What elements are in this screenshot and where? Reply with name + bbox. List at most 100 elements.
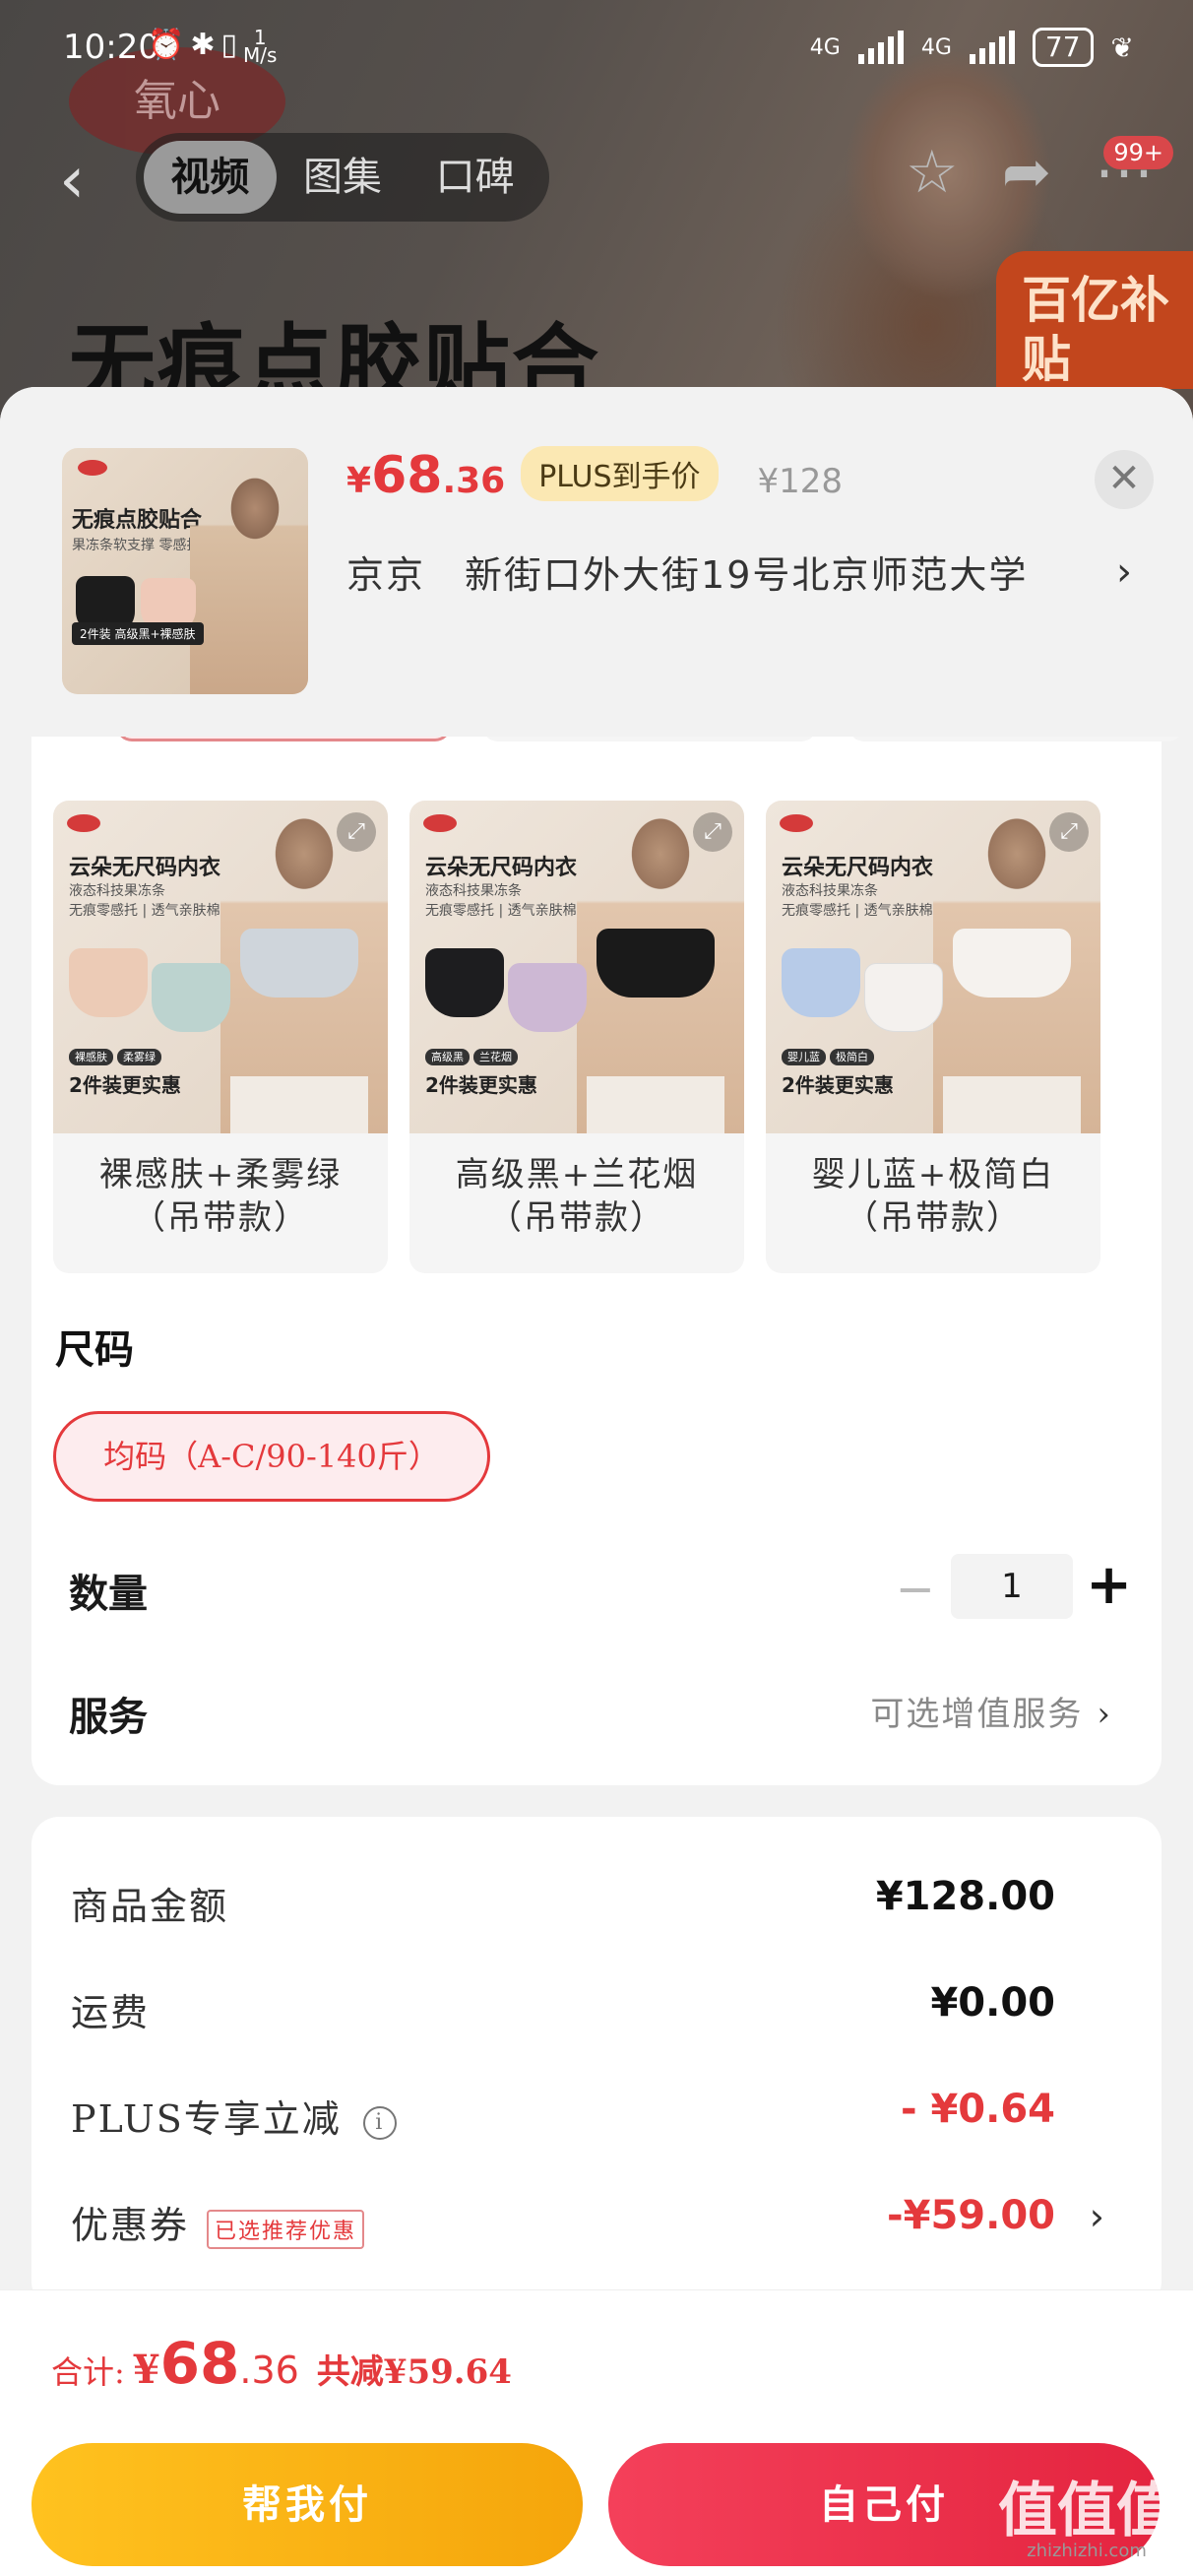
close-button[interactable]: ✕ — [1095, 450, 1154, 509]
image-subtitle: 液态科技果冻条 无痕零感托 | 透气亲肤棉 — [782, 883, 933, 919]
bra-swatch-1 — [425, 948, 504, 1017]
thumb-subtitle: 果冻条软支撑 零感托 — [72, 538, 201, 553]
signal-icon — [857, 31, 904, 64]
model-pants — [587, 1076, 724, 1133]
thumb-footer: 2件装 高级黑+裸感肤 — [72, 622, 204, 645]
thumb-model-image — [190, 468, 308, 694]
order-total: 合计: ¥ 68 .36 共减¥59.64 — [51, 2330, 512, 2397]
sheet-header: 无痕点胶贴合 果冻条软支撑 零感托 2件装 高级黑+裸感肤 ¥68.36 PLU… — [0, 387, 1193, 737]
chevron-right-icon: › — [1089, 2195, 1104, 2238]
media-tabs: 视频 图集 口碑 — [136, 133, 549, 222]
tab-reviews[interactable]: 口碑 — [408, 141, 541, 214]
plus-price-tag: PLUS到手价 — [521, 446, 719, 501]
quantity-label: 数量 — [69, 1572, 148, 1617]
chevron-right-icon: › — [1116, 548, 1134, 595]
image-title: 云朵无尺码内衣 — [69, 856, 221, 880]
product-thumbnail[interactable]: 无痕点胶贴合 果冻条软支撑 零感托 2件装 高级黑+裸感肤 — [62, 448, 308, 694]
model-pants — [230, 1076, 368, 1133]
total-label: 合计: — [51, 2353, 125, 2391]
brand-lips-icon — [67, 814, 100, 832]
size-option-selected[interactable]: 均码（A-C/90-140斤） — [53, 1411, 490, 1502]
image-tag: 2件装更实惠 — [425, 1073, 537, 1097]
price-label: 优惠券 已选推荐优惠 — [71, 2195, 365, 2249]
color-option-image: 云朵无尺码内衣 液态科技果冻条 无痕零感托 | 透气亲肤棉 裸感肤 柔雾绿 2件装更… — [53, 801, 388, 1133]
expand-icon[interactable]: ⤢ — [1049, 812, 1089, 852]
address-street: 新街口外大街19号北京师范大学 — [465, 553, 1029, 597]
bra-swatch-1 — [782, 948, 860, 1017]
address-selector[interactable]: 京京 新街口外大街19号北京师范大学 › — [346, 545, 1134, 599]
battery-icon: 77 — [1032, 28, 1094, 67]
image-subtitle: 液态科技果冻条 无痕零感托 | 透气亲肤棉 — [425, 883, 577, 919]
color-option-label: 裸感肤+柔雾绿 （吊带款） — [98, 1155, 343, 1238]
plus-price: ¥68.36 — [346, 446, 506, 505]
color-option[interactable]: 云朵无尺码内衣 液态科技果冻条 无痕零感托 | 透气亲肤棉 高级黑 兰花烟 2件装更… — [409, 801, 744, 1273]
service-row[interactable]: 服务 可选增值服务 › — [39, 1677, 1132, 1746]
bra-swatch-1 — [69, 948, 148, 1017]
model-bra — [953, 929, 1071, 998]
color-option-label: 高级黑+兰花烟 （吊带款） — [455, 1155, 699, 1238]
status-time: 10:20 — [63, 28, 159, 67]
quantity-input[interactable]: 1 — [951, 1554, 1073, 1619]
net-speed: 1 M/s — [243, 25, 278, 67]
tab-video[interactable]: 视频 — [144, 141, 277, 214]
image-pills: 婴儿蓝 极简白 — [782, 1049, 878, 1065]
price-value: ¥0.00 — [930, 1980, 1055, 2026]
color-option-label: 婴儿蓝+极简白 （吊带款） — [811, 1155, 1055, 1238]
help-me-pay-button[interactable]: 帮我付 — [31, 2443, 583, 2566]
status-icons: ⏰✱▯ 1 M/s — [148, 25, 278, 67]
total-decimal: .36 — [239, 2349, 299, 2392]
price-row-shipping: 运费 ¥0.00 — [71, 1974, 1104, 2034]
star-icon[interactable]: ☆ — [906, 138, 959, 207]
image-pills: 高级黑 兰花烟 — [425, 1049, 522, 1065]
total-currency: ¥ — [132, 2347, 160, 2393]
image-pills: 裸感肤 柔雾绿 — [69, 1049, 165, 1065]
info-icon[interactable]: i — [362, 2105, 397, 2140]
signal-icon-2 — [969, 31, 1015, 64]
status-right: 4G 4G 77 ❦ — [810, 28, 1134, 67]
purchase-sheet: 无痕点胶贴合 果冻条软支撑 零感托 2件装 高级黑+裸感肤 ¥68.36 PLU… — [0, 387, 1193, 2576]
total-integer: 68 — [159, 2330, 240, 2397]
service-label: 服务 — [69, 1695, 148, 1740]
brand-lips-icon — [423, 814, 457, 832]
size-section-title: 尺码 — [55, 1327, 134, 1373]
alarm-icon: ⏰ — [148, 28, 191, 62]
price-row-coupon[interactable]: 优惠券 已选推荐优惠 -¥59.00 › — [71, 2187, 1104, 2249]
brand-lips-icon — [78, 460, 107, 476]
model-bra — [240, 929, 358, 998]
subsidy-badge[interactable]: 百亿补贴 — [996, 251, 1193, 389]
site-watermark: 值值值 zhizhizhi.com — [998, 2477, 1175, 2561]
price-row: ¥68.36 PLUS到手价 ¥128 — [346, 446, 843, 507]
bra-swatch-2 — [152, 963, 230, 1032]
bluetooth-icon: ✱ — [190, 28, 221, 62]
quantity-increase-button[interactable]: + — [1086, 1556, 1132, 1615]
model-pants — [943, 1076, 1081, 1133]
color-options: 云朵无尺码内衣 液态科技果冻条 无痕零感托 | 透气亲肤棉 裸感肤 柔雾绿 2件装更… — [53, 801, 1106, 1273]
color-option-image: 云朵无尺码内衣 液态科技果冻条 无痕零感托 | 透气亲肤棉 婴儿蓝 极简白 2件装更… — [766, 801, 1100, 1133]
price-row-plus-discount: PLUS专享立减 i - ¥0.64 — [71, 2081, 1104, 2141]
network-label-1: 4G — [809, 34, 841, 60]
quantity-decrease-button[interactable]: − — [896, 1562, 935, 1617]
price-label: 运费 — [71, 1991, 151, 2034]
bra-swatch-2 — [864, 963, 943, 1032]
color-option[interactable]: 云朵无尺码内衣 液态科技果冻条 无痕零感托 | 透气亲肤棉 婴儿蓝 极简白 2件装更… — [766, 801, 1100, 1273]
service-value: 可选增值服务 › — [870, 1695, 1112, 1734]
tab-gallery[interactable]: 图集 — [277, 141, 409, 214]
image-title: 云朵无尺码内衣 — [425, 856, 578, 880]
expand-icon[interactable]: ⤢ — [693, 812, 732, 852]
price-detail-card: 商品金额 ¥128.00 运费 ¥0.00 PLUS专享立减 i - ¥0.64 … — [31, 1817, 1162, 2309]
expand-icon[interactable]: ⤢ — [337, 812, 376, 852]
color-option-image: 云朵无尺码内衣 液态科技果冻条 无痕零感托 | 透气亲肤棉 高级黑 兰花烟 2件装更… — [409, 801, 744, 1133]
thumb-title: 无痕点胶贴合 — [72, 508, 203, 533]
bra-swatch-2 — [508, 963, 587, 1032]
original-price: ¥128 — [757, 462, 844, 501]
price-value: - ¥0.64 — [900, 2087, 1055, 2132]
network-label-2: 4G — [920, 34, 952, 60]
price-label: 商品金额 — [71, 1885, 229, 1928]
share-icon[interactable]: ➦ — [1002, 138, 1051, 207]
image-title: 云朵无尺码内衣 — [782, 856, 934, 880]
model-bra — [596, 929, 715, 998]
color-option[interactable]: 云朵无尺码内衣 液态科技果冻条 无痕零感托 | 透气亲肤棉 裸感肤 柔雾绿 2件装更… — [53, 801, 388, 1273]
chevron-right-icon: › — [1097, 1695, 1112, 1734]
back-icon[interactable]: ‹ — [59, 148, 85, 213]
address-city: 京京 — [346, 553, 426, 597]
